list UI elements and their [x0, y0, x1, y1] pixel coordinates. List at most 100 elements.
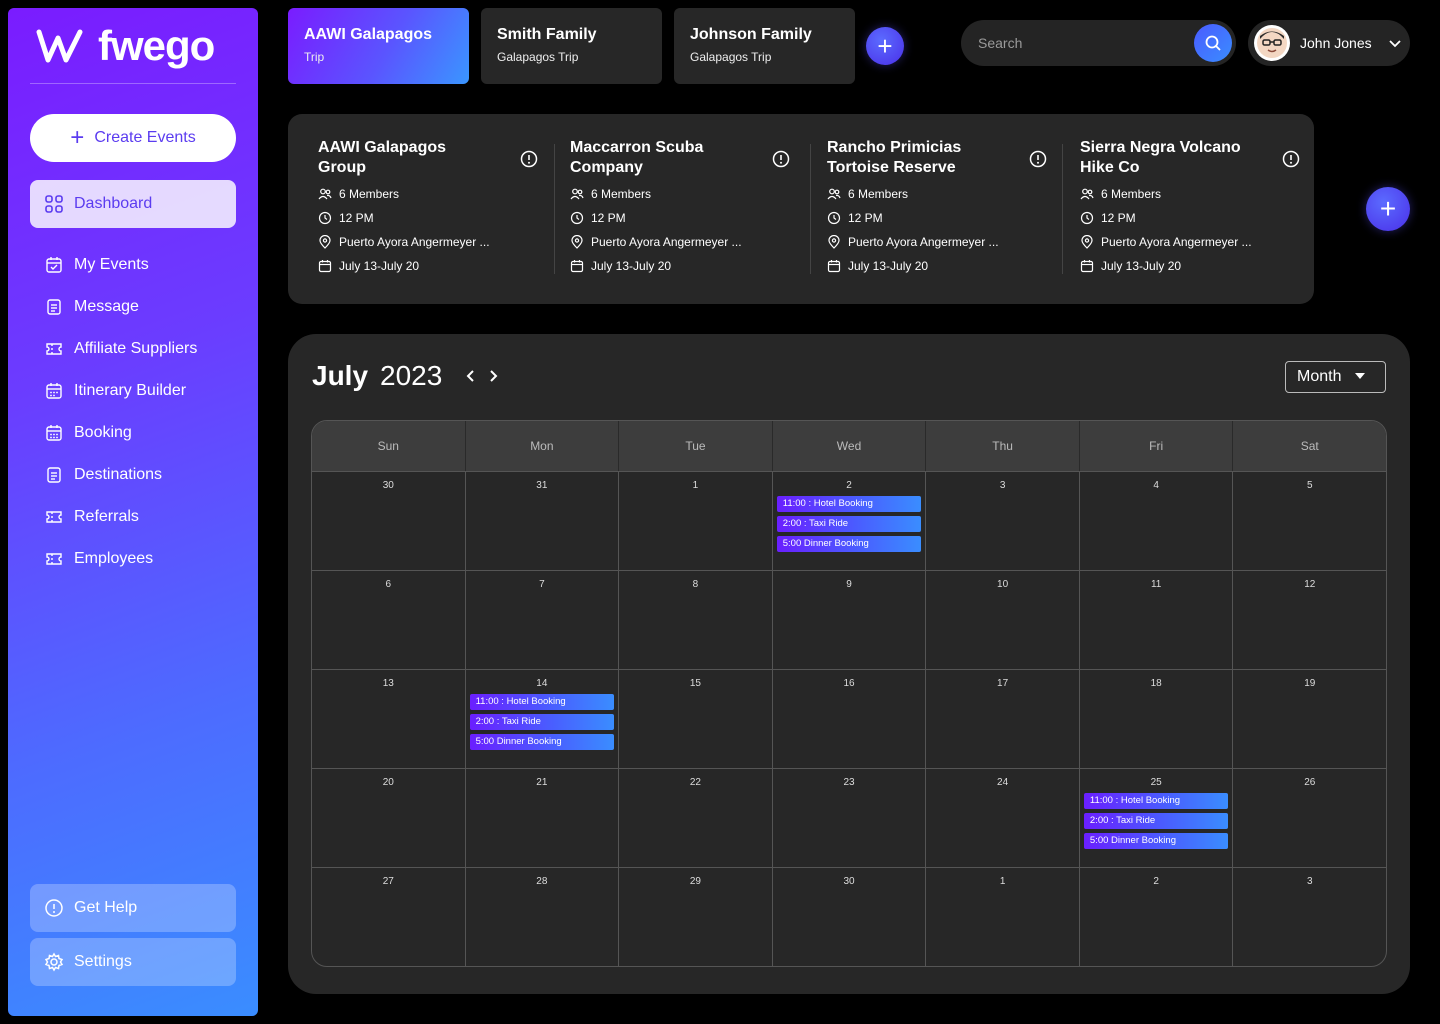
sidebar-item-affiliate-suppliers[interactable]: Affiliate Suppliers — [44, 328, 197, 370]
calendar-event[interactable]: 11:00 : Hotel Booking — [776, 496, 922, 512]
calendar-day[interactable]: 10 — [926, 571, 1080, 669]
card-divider — [554, 144, 555, 274]
calendar-day[interactable]: 30 — [312, 472, 466, 570]
sidebar-item-destinations[interactable]: Destinations — [44, 454, 197, 496]
trip-tab-smith-family[interactable]: Smith Family Galapagos Trip — [481, 8, 662, 84]
calendar-nav — [464, 369, 500, 383]
calendar-day[interactable]: 11 — [1080, 571, 1234, 669]
calendar-day[interactable]: 30 — [773, 868, 927, 966]
search-input[interactable]: Search — [961, 20, 1236, 66]
sidebar-item-dashboard[interactable]: Dashboard — [30, 180, 236, 228]
calendar-day[interactable]: 25 11:00 : Hotel Booking 2:00 : Taxi Ride 5… — [1080, 769, 1234, 867]
dates-text: July 13-July 20 — [1101, 259, 1182, 273]
document-icon — [44, 297, 64, 317]
sidebar-item-label: Affiliate Suppliers — [74, 340, 198, 357]
sidebar-item-label: Employees — [74, 550, 154, 567]
calendar-event[interactable]: 5:00 Dinner Booking — [469, 734, 615, 750]
calendar-day[interactable]: 7 — [466, 571, 620, 669]
add-trip-button[interactable]: + — [866, 27, 904, 65]
brand-logo[interactable]: fwego — [36, 22, 215, 70]
sidebar: fwego + Create Events Dashboard My Event… — [8, 8, 258, 1016]
plus-icon: + — [70, 124, 85, 151]
calendar-day[interactable]: 13 — [312, 670, 466, 768]
group-card[interactable]: Rancho Primicias Tortoise Reserve 6 Memb… — [827, 138, 1047, 274]
calendar-day[interactable]: 24 — [926, 769, 1080, 867]
calendar-month: July — [312, 360, 369, 391]
group-dates: July 13-July 20 — [827, 258, 1047, 274]
trip-tab-johnson-family[interactable]: Johnson Family Galapagos Trip — [674, 8, 855, 84]
calendar-day[interactable]: 29 — [619, 868, 773, 966]
calendar-day[interactable]: 15 — [619, 670, 773, 768]
chevron-left-icon[interactable] — [464, 369, 478, 383]
calendar-day[interactable]: 6 — [312, 571, 466, 669]
calendar-event[interactable]: 2:00 : Taxi Ride — [776, 516, 922, 532]
calendar-day[interactable]: 3 — [1233, 868, 1386, 966]
calendar-event[interactable]: 11:00 : Hotel Booking — [1083, 793, 1229, 809]
calendar-day[interactable]: 3 — [926, 472, 1080, 570]
calendar-day[interactable]: 2 — [1080, 868, 1234, 966]
calendar-day[interactable]: 4 — [1080, 472, 1234, 570]
sidebar-item-label: Dashboard — [74, 195, 153, 212]
sidebar-item-itinerary-builder[interactable]: Itinerary Builder — [44, 370, 197, 412]
sidebar-item-booking[interactable]: Booking — [44, 412, 197, 454]
ticket-icon — [44, 507, 64, 527]
calendar-day[interactable]: 23 — [773, 769, 927, 867]
calendar-event[interactable]: 2:00 : Taxi Ride — [1083, 813, 1229, 829]
calendar-icon — [44, 381, 64, 401]
calendar-week: 20 21 22 23 24 25 11:00 : Hotel Booking 2:00 : … — [312, 768, 1386, 867]
dates-text: July 13-July 20 — [591, 259, 672, 273]
view-select[interactable]: Month — [1285, 361, 1386, 393]
calendar-day[interactable]: 12 — [1233, 571, 1386, 669]
group-time: 12 PM — [827, 210, 1047, 226]
calendar-day[interactable]: 31 — [466, 472, 620, 570]
info-icon[interactable] — [1282, 150, 1300, 168]
calendar-day[interactable]: 16 — [773, 670, 927, 768]
calendar-day[interactable]: 17 — [926, 670, 1080, 768]
calendar-day[interactable]: 22 — [619, 769, 773, 867]
location-pin-icon — [1081, 235, 1093, 249]
calendar-day[interactable]: 20 — [312, 769, 466, 867]
info-icon[interactable] — [772, 150, 790, 168]
day-number: 13 — [382, 678, 394, 689]
calendar-event[interactable]: 5:00 Dinner Booking — [1083, 833, 1229, 849]
sidebar-item-employees[interactable]: Employees — [44, 538, 197, 580]
trip-subtitle: Galapagos Trip — [497, 50, 579, 64]
calendar-event[interactable]: 2:00 : Taxi Ride — [469, 714, 615, 730]
calendar-event[interactable]: 5:00 Dinner Booking — [776, 536, 922, 552]
calendar-day[interactable]: 2 11:00 : Hotel Booking 2:00 : Taxi Ride 5:… — [773, 472, 927, 570]
calendar-header: July 2023 — [312, 360, 500, 392]
sidebar-item-my-events[interactable]: My Events — [44, 244, 197, 286]
search-button[interactable] — [1194, 24, 1232, 62]
sidebar-item-referrals[interactable]: Referrals — [44, 496, 197, 538]
user-menu[interactable]: John Jones — [1248, 20, 1410, 66]
calendar-day[interactable]: 5 — [1233, 472, 1386, 570]
calendar-day[interactable]: 1 — [926, 868, 1080, 966]
calendar-day[interactable]: 19 — [1233, 670, 1386, 768]
chevron-right-icon[interactable] — [486, 369, 500, 383]
calendar-day[interactable]: 26 — [1233, 769, 1386, 867]
day-events: 11:00 : Hotel Booking 2:00 : Taxi Ride 5:0… — [469, 694, 615, 754]
info-icon[interactable] — [1029, 150, 1047, 168]
calendar-day[interactable]: 1 — [619, 472, 773, 570]
create-events-button[interactable]: + Create Events — [30, 114, 236, 162]
calendar-event[interactable]: 11:00 : Hotel Booking — [469, 694, 615, 710]
calendar-day[interactable]: 14 11:00 : Hotel Booking 2:00 : Taxi Ride 5… — [466, 670, 620, 768]
calendar-day[interactable]: 8 — [619, 571, 773, 669]
settings-button[interactable]: Settings — [30, 938, 236, 986]
calendar-day[interactable]: 28 — [466, 868, 620, 966]
trip-tab-aawi-galapagos[interactable]: AAWI Galapagos Trip — [288, 8, 469, 84]
calendar-day[interactable]: 9 — [773, 571, 927, 669]
day-number: 16 — [843, 678, 855, 689]
group-card[interactable]: AAWI Galapagos Group 6 Members 12 PM Pue… — [318, 138, 538, 274]
calendar-day[interactable]: 27 — [312, 868, 466, 966]
group-card[interactable]: Maccarron Scuba Company 6 Members 12 PM … — [570, 138, 790, 274]
sidebar-item-message[interactable]: Message — [44, 286, 197, 328]
add-group-button[interactable]: + — [1366, 187, 1410, 231]
group-members: 6 Members — [318, 186, 538, 202]
group-card[interactable]: Sierra Negra Volcano Hike Co 6 Members 1… — [1080, 138, 1300, 274]
calendar-day[interactable]: 18 — [1080, 670, 1234, 768]
get-help-button[interactable]: Get Help — [30, 884, 236, 932]
weekday-header: Sun Mon Tue Wed Thu Fri Sat — [312, 421, 1386, 471]
info-icon[interactable] — [520, 150, 538, 168]
calendar-day[interactable]: 21 — [466, 769, 620, 867]
